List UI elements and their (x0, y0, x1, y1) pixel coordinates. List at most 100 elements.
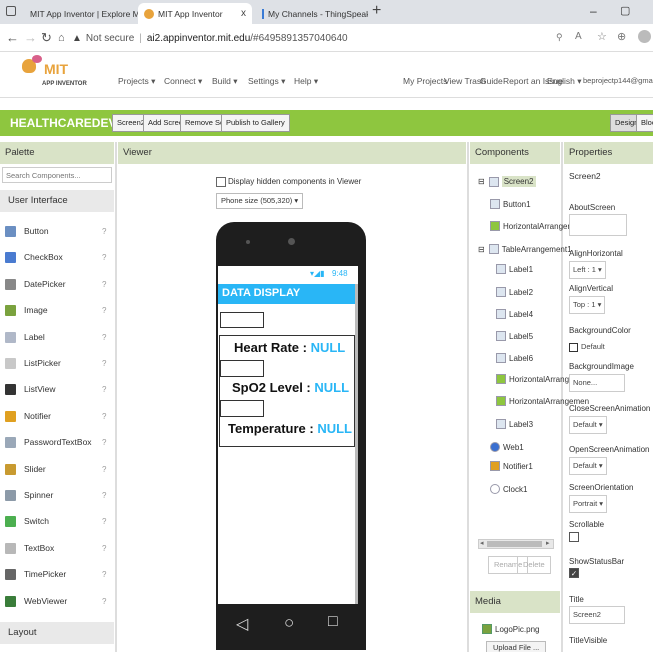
help-icon[interactable]: ? (102, 491, 106, 500)
home-icon[interactable]: ⌂ (58, 32, 65, 44)
component-label3[interactable]: Label3 (496, 419, 533, 429)
scroll-thumb[interactable] (487, 541, 542, 547)
help-icon[interactable]: ? (102, 227, 106, 236)
property-value-screenorientation[interactable]: Portrait ▾ (569, 495, 608, 513)
palette-item-timepicker[interactable]: TimePicker? (5, 564, 115, 584)
help-icon[interactable]: ? (102, 333, 106, 342)
collections-icon[interactable]: ⊕ (617, 30, 626, 43)
favorite-icon[interactable]: ☆ (597, 30, 607, 43)
palette-item-button[interactable]: Button? (5, 221, 115, 241)
palette-item-checkbox[interactable]: CheckBox? (5, 247, 115, 267)
tab-actions-icon[interactable] (6, 6, 16, 16)
palette-item-image[interactable]: Image? (5, 300, 115, 320)
property-value-alignhorizontal[interactable]: Left : 1 ▾ (569, 261, 606, 279)
link-guide[interactable]: Guide (480, 76, 503, 86)
reload-icon[interactable]: ↻ (41, 30, 52, 46)
help-icon[interactable]: ? (102, 517, 106, 526)
link-my-projects[interactable]: My Projects (403, 76, 447, 86)
palette-item-listpicker[interactable]: ListPicker? (5, 353, 115, 373)
collapse-toggle-icon[interactable]: ⊟ (478, 245, 485, 254)
help-icon[interactable]: ? (102, 359, 106, 368)
upload-file-button[interactable]: Upload File ... (486, 641, 547, 652)
menu-language[interactable]: English ▾ (547, 76, 582, 87)
app-inventor-logo[interactable]: MIT APP INVENTOR (18, 55, 93, 95)
palette-item-spinner[interactable]: Spinner? (5, 485, 115, 505)
property-value-aboutscreen[interactable] (569, 214, 627, 236)
help-icon[interactable]: ? (102, 544, 106, 553)
nav-back-icon[interactable]: ◁ (236, 614, 248, 634)
translate-icon[interactable]: A (575, 31, 582, 42)
menu-help[interactable]: Help ▾ (294, 76, 318, 87)
component-clock1[interactable]: Clock1 (490, 484, 527, 494)
help-icon[interactable]: ? (102, 597, 106, 606)
hidden-components-checkbox[interactable] (216, 177, 226, 187)
palette-item-slider[interactable]: Slider? (5, 459, 115, 479)
help-icon[interactable]: ? (102, 385, 106, 394)
nav-recent-icon[interactable]: □ (328, 613, 338, 631)
palette-item-webviewer[interactable]: WebViewer? (5, 591, 115, 611)
minimize-icon[interactable]: – (590, 4, 597, 18)
help-icon[interactable]: ? (102, 438, 106, 447)
url-field[interactable]: ▲ Not secure | ai2.appinventor.mit.edu /… (72, 29, 567, 48)
palette-item-label[interactable]: Label? (5, 327, 115, 347)
help-icon[interactable]: ? (102, 280, 106, 289)
menu-build[interactable]: Build ▾ (212, 76, 238, 87)
property-value-closescreenanimation[interactable]: Default ▾ (569, 416, 607, 434)
palette-section-user-interface[interactable]: User Interface (0, 190, 114, 212)
palette-item-listview[interactable]: ListView? (5, 379, 115, 399)
component-notifier1[interactable]: Notifier1 (490, 461, 533, 471)
palette-item-passwordtextbox[interactable]: PasswordTextBox? (5, 432, 115, 452)
forward-icon[interactable]: → (24, 30, 37, 45)
delete-button[interactable]: Delete (517, 556, 551, 574)
browser-tab-1[interactable]: MIT App Inventor | Explore MIT (20, 3, 138, 24)
component-label1[interactable]: Label1 (496, 264, 533, 274)
property-value-openscreenanimation[interactable]: Default ▾ (569, 457, 607, 475)
table-arrangement[interactable]: Heart Rate : NULL SpO2 Level : NULL Temp… (219, 335, 355, 447)
property-value-title[interactable]: Screen2 (569, 606, 625, 624)
component-button1[interactable]: Button1 (490, 199, 531, 209)
property-value-scrollable[interactable] (569, 532, 579, 542)
scroll-right-icon[interactable]: ▸ (546, 539, 550, 547)
help-icon[interactable]: ? (102, 570, 106, 579)
menu-settings[interactable]: Settings ▾ (248, 76, 285, 87)
menu-connect[interactable]: Connect ▾ (164, 76, 202, 87)
component-label4[interactable]: Label4 (496, 309, 533, 319)
profile-avatar[interactable] (638, 30, 651, 43)
close-tab-icon[interactable]: x (241, 8, 246, 19)
nav-home-icon[interactable]: ○ (284, 613, 294, 633)
screen-scrollbar[interactable] (355, 284, 358, 604)
horizontal-arrangement-1[interactable] (220, 360, 264, 377)
browser-tab-3[interactable]: My Channels - ThingSpeak IoT x (256, 3, 368, 24)
component-label2[interactable]: Label2 (496, 287, 533, 297)
phone-size-select[interactable]: Phone size (505,320) ▾ (216, 193, 304, 209)
media-file-logopic[interactable]: LogoPic.png (482, 624, 539, 634)
components-scrollbar[interactable]: ◂ ▸ (478, 539, 554, 549)
palette-section-layout[interactable]: Layout (0, 622, 114, 644)
blocks-button[interactable]: Blocks (636, 114, 653, 132)
publish-gallery-button[interactable]: Publish to Gallery (221, 114, 290, 132)
menu-account[interactable]: beprojectp144@gmail.com ▾ (583, 76, 653, 85)
maximize-icon[interactable]: ▢ (620, 4, 630, 17)
component-label6[interactable]: Label6 (496, 353, 533, 363)
palette-item-notifier[interactable]: Notifier? (5, 406, 115, 426)
component-web1[interactable]: Web1 (490, 442, 524, 452)
property-value-showstatusbar[interactable]: ✓ (569, 568, 579, 578)
help-icon[interactable]: ? (102, 253, 106, 262)
property-value-backgroundcolor[interactable]: Default (569, 339, 605, 357)
menu-projects[interactable]: Projects ▾ (118, 76, 155, 87)
palette-item-switch[interactable]: Switch? (5, 511, 115, 531)
help-icon[interactable]: ? (102, 465, 106, 474)
component-tablearrangement1[interactable]: ⊟ TableArrangement1 (478, 244, 572, 254)
component-label5[interactable]: Label5 (496, 331, 533, 341)
button1-placeholder[interactable] (220, 312, 264, 328)
search-icon[interactable]: ⚲ (556, 32, 563, 43)
browser-tab-2[interactable]: MIT App Inventor x (138, 3, 252, 24)
new-tab-button[interactable]: + (372, 2, 381, 20)
property-value-alignvertical[interactable]: Top : 1 ▾ (569, 296, 606, 314)
property-value-backgroundimage[interactable]: None... (569, 374, 625, 392)
component-screen2[interactable]: ⊟ Screen2 (478, 176, 536, 187)
scroll-left-icon[interactable]: ◂ (480, 539, 484, 547)
horizontal-arrangement-2[interactable] (220, 400, 264, 417)
back-icon[interactable]: ← (6, 30, 19, 45)
collapse-toggle-icon[interactable]: ⊟ (478, 177, 485, 186)
